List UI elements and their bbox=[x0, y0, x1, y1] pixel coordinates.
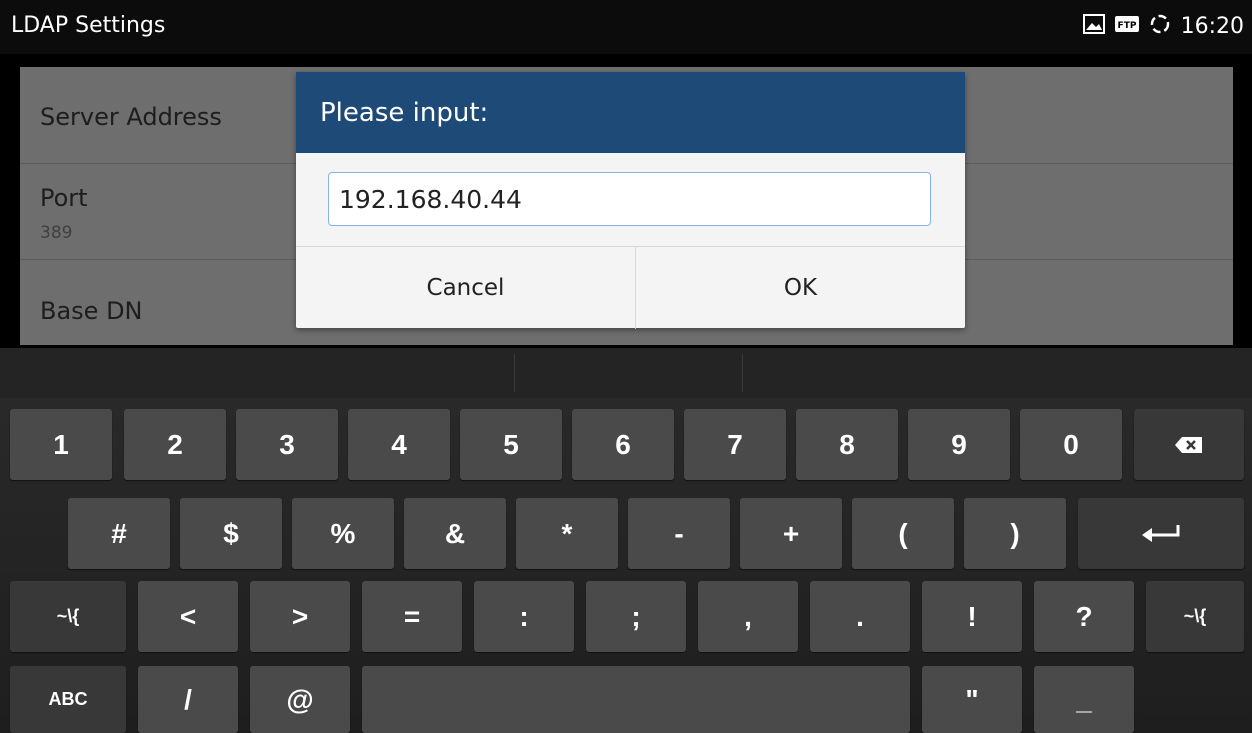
row-label: Server Address bbox=[40, 103, 222, 131]
symbol-keyboard: 1 2 3 4 5 6 7 8 9 0 # $ % & * - + ( ) ~\… bbox=[0, 348, 1252, 733]
key-slash[interactable]: / bbox=[138, 666, 238, 733]
svg-text:FTP: FTP bbox=[1117, 21, 1136, 31]
dialog-header: Please input: bbox=[296, 72, 965, 153]
dialog-actions: Cancel OK bbox=[296, 246, 965, 329]
key-question[interactable]: ? bbox=[1034, 581, 1134, 652]
row-value: 389 bbox=[40, 223, 73, 243]
key-4[interactable]: 4 bbox=[348, 409, 450, 480]
candidate-divider bbox=[742, 354, 743, 392]
key-semicolon[interactable]: ; bbox=[586, 581, 686, 652]
key-period[interactable]: . bbox=[810, 581, 910, 652]
key-equals[interactable]: = bbox=[362, 581, 462, 652]
key-9[interactable]: 9 bbox=[908, 409, 1010, 480]
row-label: Base DN bbox=[40, 297, 143, 325]
key-2[interactable]: 2 bbox=[124, 409, 226, 480]
enter-icon bbox=[1142, 524, 1180, 542]
enter-key[interactable] bbox=[1078, 498, 1244, 569]
key-6[interactable]: 6 bbox=[572, 409, 674, 480]
key-plus[interactable]: + bbox=[740, 498, 842, 569]
address-input[interactable] bbox=[328, 172, 931, 226]
candidate-divider bbox=[514, 354, 515, 392]
key-close-paren[interactable]: ) bbox=[964, 498, 1066, 569]
status-icons: FTP 16:20 bbox=[1082, 13, 1244, 39]
clock: 16:20 bbox=[1180, 13, 1244, 39]
key-7[interactable]: 7 bbox=[684, 409, 786, 480]
key-abc[interactable]: ABC bbox=[10, 666, 126, 733]
key-percent[interactable]: % bbox=[292, 498, 394, 569]
status-bar: LDAP Settings FTP 16:20 bbox=[0, 0, 1252, 54]
row-label: Port bbox=[40, 184, 88, 212]
key-minus[interactable]: - bbox=[628, 498, 730, 569]
key-less-than[interactable]: < bbox=[138, 581, 238, 652]
key-more-symbols-right[interactable]: ~\{ bbox=[1146, 581, 1244, 652]
dialog-title: Please input: bbox=[320, 98, 489, 128]
key-comma[interactable]: , bbox=[698, 581, 798, 652]
key-exclamation[interactable]: ! bbox=[922, 581, 1022, 652]
cancel-button[interactable]: Cancel bbox=[296, 247, 636, 329]
key-3[interactable]: 3 bbox=[236, 409, 338, 480]
key-double-quote[interactable]: " bbox=[922, 666, 1022, 733]
backspace-icon bbox=[1175, 436, 1202, 453]
key-asterisk[interactable]: * bbox=[516, 498, 618, 569]
candidate-bar bbox=[0, 348, 1252, 398]
key-ampersand[interactable]: & bbox=[404, 498, 506, 569]
key-greater-than[interactable]: > bbox=[250, 581, 350, 652]
key-open-paren[interactable]: ( bbox=[852, 498, 954, 569]
ok-button[interactable]: OK bbox=[636, 247, 965, 329]
space-key[interactable] bbox=[362, 666, 910, 733]
key-0[interactable]: 0 bbox=[1020, 409, 1122, 480]
key-dollar[interactable]: $ bbox=[180, 498, 282, 569]
key-8[interactable]: 8 bbox=[796, 409, 898, 480]
key-underscore[interactable]: _ bbox=[1034, 666, 1134, 733]
image-icon bbox=[1082, 14, 1105, 38]
key-hash[interactable]: # bbox=[68, 498, 170, 569]
backspace-key[interactable] bbox=[1134, 409, 1244, 480]
input-dialog: Please input: Cancel OK bbox=[296, 72, 965, 329]
sync-icon bbox=[1149, 13, 1171, 39]
key-more-symbols-left[interactable]: ~\{ bbox=[10, 581, 126, 652]
ftp-icon: FTP bbox=[1114, 16, 1139, 36]
key-at[interactable]: @ bbox=[250, 666, 350, 733]
key-5[interactable]: 5 bbox=[460, 409, 562, 480]
key-1[interactable]: 1 bbox=[10, 409, 112, 480]
key-colon[interactable]: : bbox=[474, 581, 574, 652]
page-title: LDAP Settings bbox=[11, 13, 166, 38]
